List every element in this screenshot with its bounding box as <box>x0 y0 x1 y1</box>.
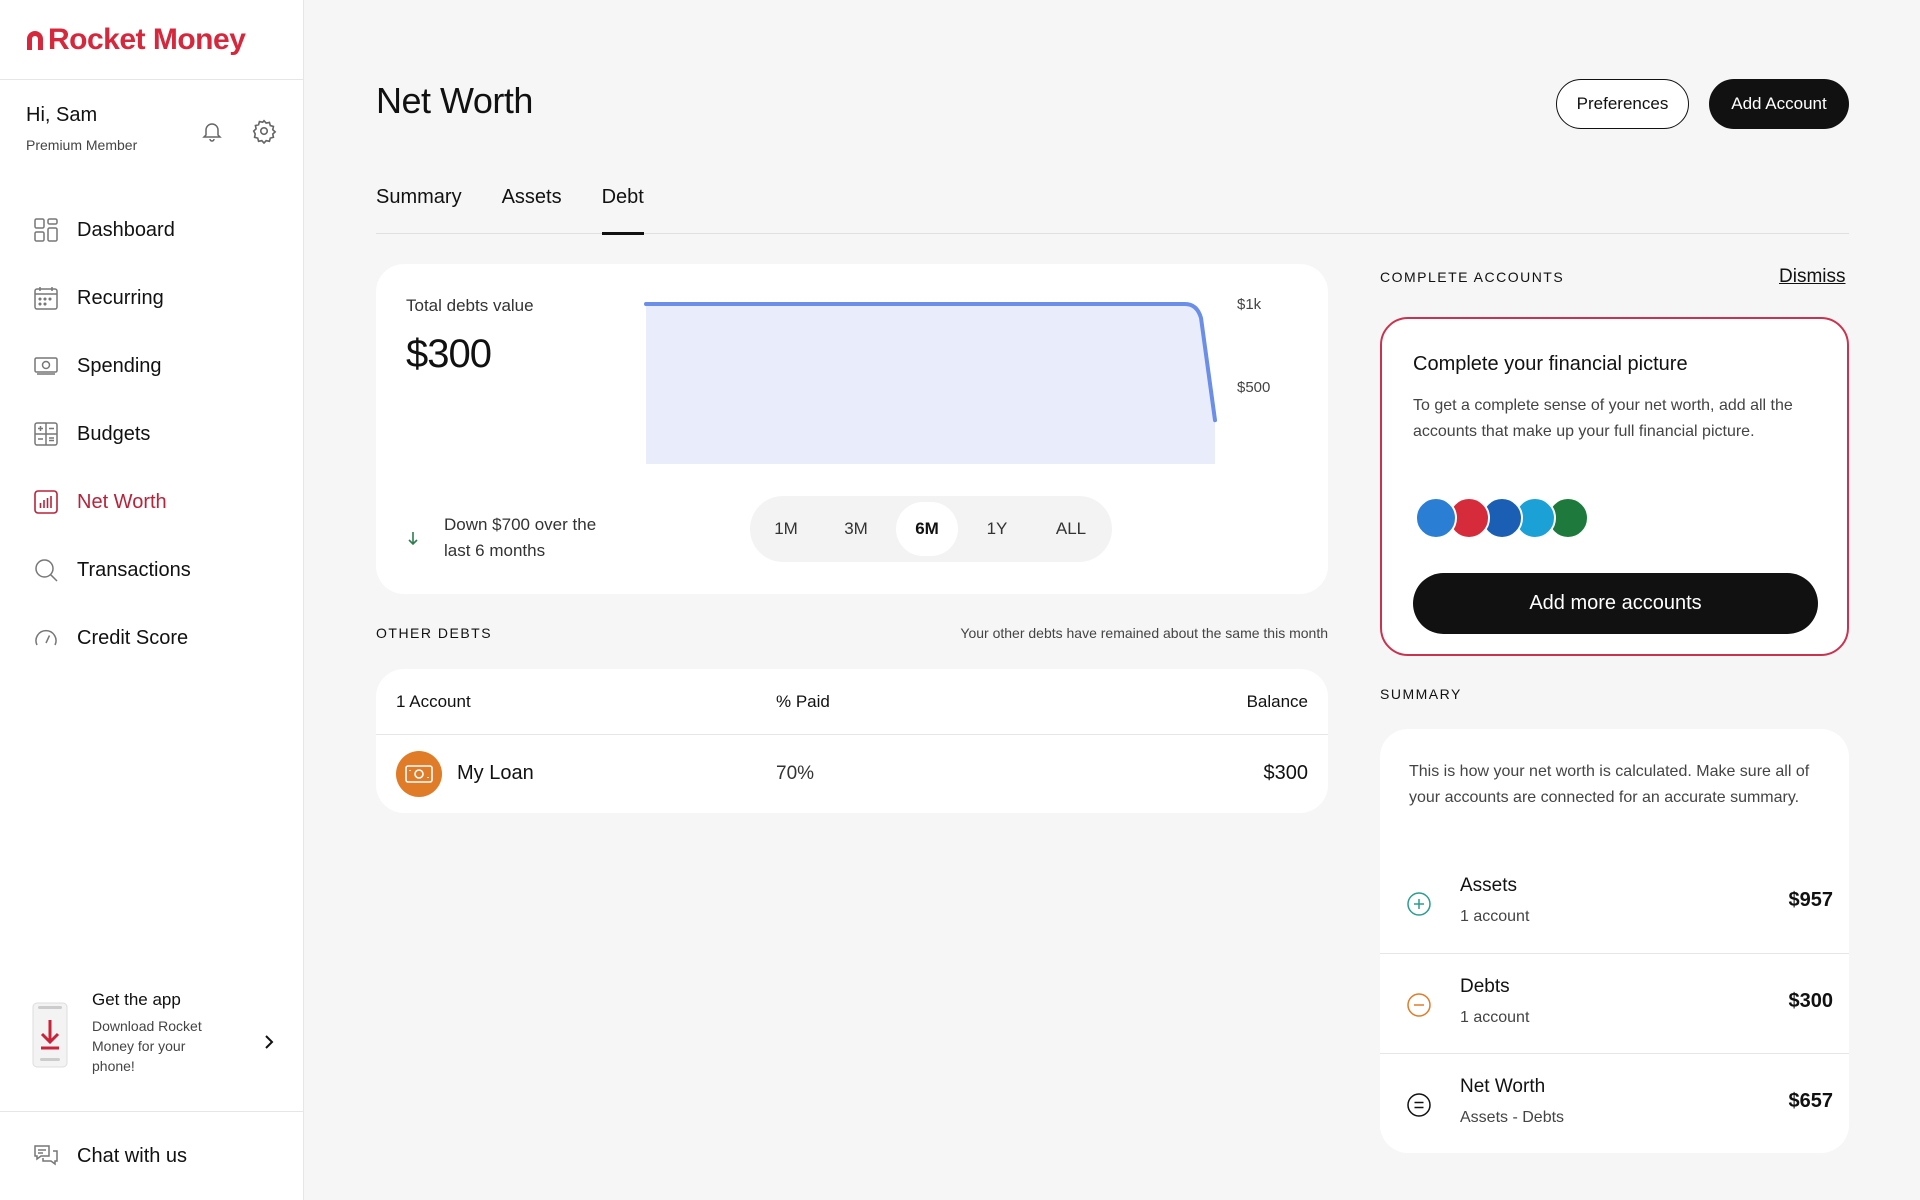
other-debts-note: Your other debts have remained about the… <box>960 625 1328 641</box>
chat-icon <box>32 1142 60 1170</box>
dashboard-icon <box>32 216 60 244</box>
page-title: Net Worth <box>376 80 533 121</box>
search-icon <box>32 556 60 584</box>
sidebar: Rocket Money Hi, Sam Premium Member Dash… <box>0 0 304 1200</box>
loan-balance: $300 <box>1263 762 1309 784</box>
sidebar-item-label: Budgets <box>77 422 151 445</box>
tab-debt[interactable]: Debt <box>601 182 645 235</box>
sidebar-nav: Dashboard Recurring Spending Budgets Net… <box>0 196 303 672</box>
range-6m[interactable]: 6M <box>896 502 958 556</box>
get-app-title: Get the app <box>92 990 181 1009</box>
loan-paid: 70% <box>776 762 815 784</box>
summary-heading: SUMMARY <box>1380 686 1462 702</box>
summary-value: $957 <box>1788 889 1834 911</box>
summary-row-net-worth[interactable]: Net Worth Assets - Debts $657 <box>1380 1053 1849 1153</box>
y-tick-label: $1k <box>1237 296 1262 313</box>
loan-name: My Loan <box>457 762 534 784</box>
tab-assets[interactable]: Assets <box>502 182 562 234</box>
summary-sub: 1 account <box>1460 1009 1530 1026</box>
get-app-desc: Download Rocket Money for your phone! <box>92 1018 202 1074</box>
complete-accounts-heading: COMPLETE ACCOUNTS <box>1380 269 1565 285</box>
summary-card: This is how your net worth is calculated… <box>1380 729 1849 1153</box>
range-1m[interactable]: 1M <box>756 502 816 556</box>
range-all[interactable]: ALL <box>1036 502 1106 556</box>
other-debts-heading: OTHER DEBTS <box>376 625 493 641</box>
chat-with-us[interactable]: Chat with us <box>0 1111 303 1200</box>
bank-logos <box>1415 497 1595 539</box>
rocket-logo-icon <box>27 30 43 50</box>
debt-area-chart: $1k $500 $0 <box>644 296 1270 464</box>
summary-label: Debts <box>1460 976 1510 997</box>
add-more-accounts-button[interactable]: Add more accounts <box>1413 573 1818 634</box>
table-row[interactable]: My Loan 70% $300 <box>376 735 1328 812</box>
y-tick-label: $0 <box>1237 462 1254 464</box>
summary-sub: 1 account <box>1460 908 1530 925</box>
bar-chart-icon <box>32 488 60 516</box>
complete-title: Complete your financial picture <box>1413 353 1688 375</box>
sidebar-item-label: Transactions <box>77 558 191 581</box>
sidebar-item-recurring[interactable]: Recurring <box>0 264 303 332</box>
cash-icon <box>32 352 60 380</box>
sidebar-item-label: Credit Score <box>77 626 189 649</box>
summary-row-debts[interactable]: Debts 1 account $300 <box>1380 953 1849 1053</box>
other-debts-table: 1 Account % Paid Balance My Loan 70% $30… <box>376 669 1328 813</box>
column-paid: % Paid <box>776 691 830 711</box>
sidebar-item-spending[interactable]: Spending <box>0 332 303 400</box>
user-panel: Hi, Sam Premium Member <box>26 104 277 164</box>
column-balance: Balance <box>1246 691 1308 711</box>
chart-area-fill <box>646 304 1215 464</box>
sidebar-item-net-worth[interactable]: Net Worth <box>0 468 303 536</box>
gear-icon[interactable] <box>251 118 277 144</box>
calendar-icon <box>32 284 60 312</box>
get-app-promo[interactable]: Get the app Download Rocket Money for yo… <box>32 990 279 1080</box>
sidebar-item-label: Recurring <box>77 286 164 309</box>
sidebar-item-dashboard[interactable]: Dashboard <box>0 196 303 264</box>
summary-value: $657 <box>1788 1090 1834 1112</box>
summary-desc: This is how your net worth is calculated… <box>1409 763 1810 806</box>
trend-text: Down $700 over the last 6 months <box>444 515 597 560</box>
dismiss-link[interactable]: Dismiss <box>1779 266 1846 288</box>
equals-circle-icon <box>1407 1093 1431 1117</box>
amex-logo-icon <box>1415 497 1457 539</box>
summary-row-assets[interactable]: Assets 1 account $957 <box>1380 853 1849 953</box>
range-3m[interactable]: 3M <box>816 502 896 556</box>
sidebar-item-label: Spending <box>77 354 162 377</box>
sidebar-item-budgets[interactable]: Budgets <box>0 400 303 468</box>
sidebar-item-label: Dashboard <box>77 218 175 241</box>
bell-icon[interactable] <box>199 118 225 144</box>
add-account-button[interactable]: Add Account <box>1709 79 1849 129</box>
debt-chart-card: Total debts value $300 $1k$500$0 Down $7… <box>376 264 1328 594</box>
arrow-down-icon <box>408 532 418 546</box>
loan-icon <box>396 750 442 797</box>
brand-name: Rocket Money <box>48 22 246 56</box>
column-account: 1 Account <box>396 691 471 711</box>
net-worth-tabs: Summary Assets Debt <box>376 182 1849 235</box>
range-1y[interactable]: 1Y <box>958 502 1036 556</box>
summary-label: Net Worth <box>1460 1076 1546 1097</box>
tab-summary[interactable]: Summary <box>376 182 462 234</box>
complete-accounts-card: Complete your financial picture To get a… <box>1380 317 1849 656</box>
range-selector: 1M 3M 6M 1Y ALL <box>750 496 1112 562</box>
sidebar-item-transactions[interactable]: Transactions <box>0 536 303 604</box>
logo[interactable]: Rocket Money <box>0 0 303 80</box>
budget-icon <box>32 420 60 448</box>
minus-circle-icon <box>1407 993 1431 1017</box>
summary-value: $300 <box>1788 990 1834 1012</box>
debt-trend: Down $700 over the last 6 months <box>406 512 624 564</box>
phone-download-icon <box>32 1002 68 1068</box>
table-header: 1 Account % Paid Balance <box>376 669 1328 735</box>
plus-circle-icon <box>1407 892 1431 916</box>
sidebar-item-credit-score[interactable]: Credit Score <box>0 604 303 672</box>
chat-label: Chat with us <box>77 1144 188 1167</box>
complete-desc: To get a complete sense of your net wort… <box>1413 397 1793 440</box>
chevron-right-icon <box>265 1035 274 1049</box>
summary-label: Assets <box>1460 875 1518 896</box>
preferences-button[interactable]: Preferences <box>1556 79 1689 129</box>
y-tick-label: $500 <box>1237 379 1270 396</box>
sidebar-item-label: Net Worth <box>77 490 167 513</box>
gauge-icon <box>32 624 60 652</box>
summary-sub: Assets - Debts <box>1460 1109 1565 1126</box>
